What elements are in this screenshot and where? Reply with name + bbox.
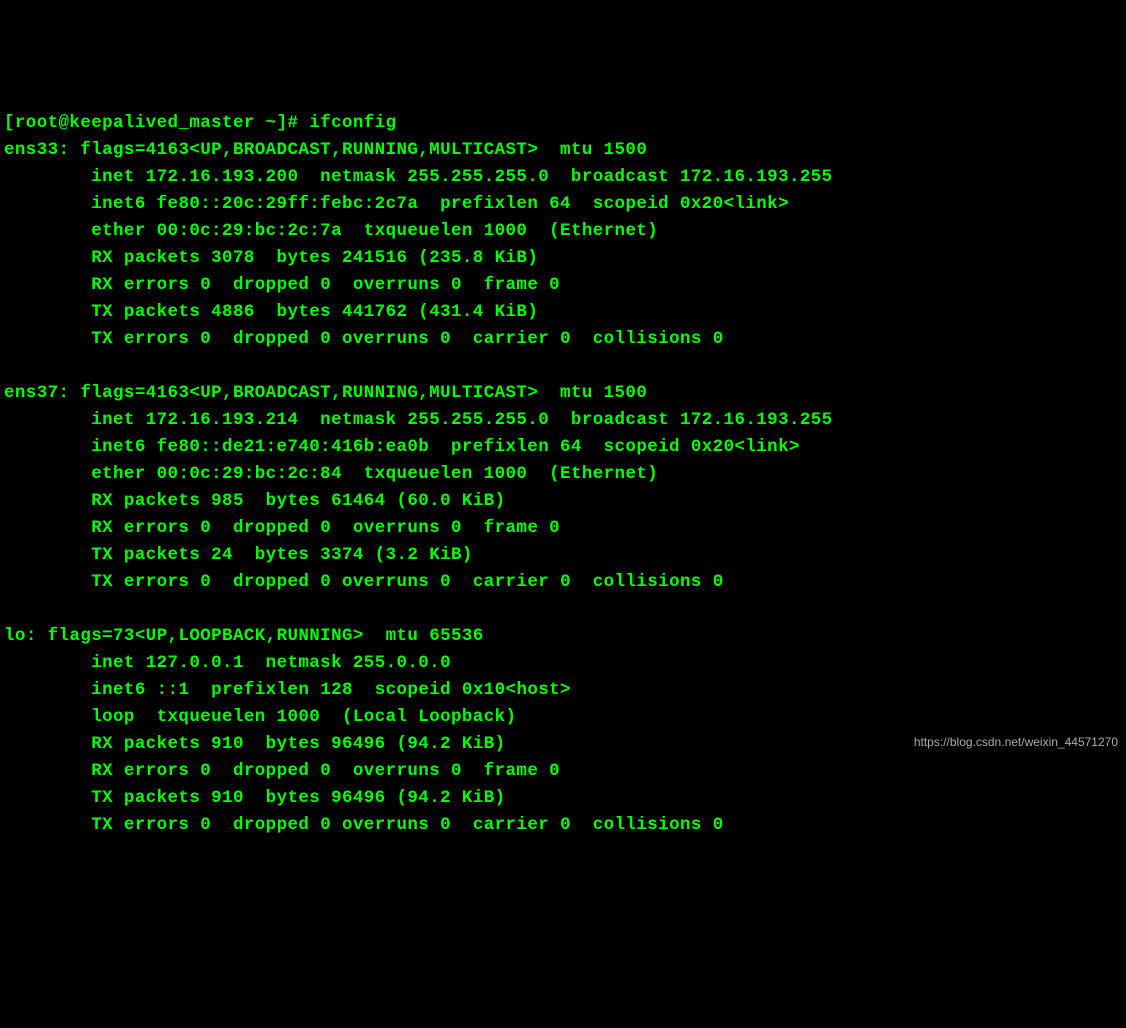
iface-ens33-tx-errors: TX errors 0 dropped 0 overruns 0 carrier… <box>91 329 723 349</box>
iface-ens33-inet: inet 172.16.193.200 netmask 255.255.255.… <box>91 167 832 187</box>
iface-ens37-rx-packets: RX packets 985 bytes 61464 (60.0 KiB) <box>91 491 505 511</box>
iface-ens33-header: ens33: flags=4163<UP,BROADCAST,RUNNING,M… <box>4 140 647 160</box>
iface-ens33-ether: ether 00:0c:29:bc:2c:7a txqueuelen 1000 … <box>91 221 658 241</box>
iface-ens33-tx-packets: TX packets 4886 bytes 441762 (431.4 KiB) <box>91 302 538 322</box>
iface-lo-tx-errors: TX errors 0 dropped 0 overruns 0 carrier… <box>91 815 723 835</box>
iface-ens33-rx-packets: RX packets 3078 bytes 241516 (235.8 KiB) <box>91 248 538 268</box>
iface-ens37-tx-packets: TX packets 24 bytes 3374 (3.2 KiB) <box>91 545 473 565</box>
iface-lo-tx-packets: TX packets 910 bytes 96496 (94.2 KiB) <box>91 788 505 808</box>
watermark-text: https://blog.csdn.net/weixin_44571270 <box>914 729 1118 756</box>
iface-ens37-header: ens37: flags=4163<UP,BROADCAST,RUNNING,M… <box>4 383 647 403</box>
prompt-line: [root@keepalived_master ~]# ifconfig <box>4 113 397 133</box>
command-text: ifconfig <box>309 113 396 133</box>
iface-ens37-inet6: inet6 fe80::de21:e740:416b:ea0b prefixle… <box>91 437 800 457</box>
iface-ens33-rx-errors: RX errors 0 dropped 0 overruns 0 frame 0 <box>91 275 560 295</box>
iface-lo-loop: loop txqueuelen 1000 (Local Loopback) <box>91 707 516 727</box>
iface-ens37-ether: ether 00:0c:29:bc:2c:84 txqueuelen 1000 … <box>91 464 658 484</box>
iface-lo-inet6: inet6 ::1 prefixlen 128 scopeid 0x10<hos… <box>91 680 571 700</box>
iface-lo-header: lo: flags=73<UP,LOOPBACK,RUNNING> mtu 65… <box>4 626 484 646</box>
iface-lo-rx-packets: RX packets 910 bytes 96496 (94.2 KiB) <box>91 734 505 754</box>
iface-ens37-inet: inet 172.16.193.214 netmask 255.255.255.… <box>91 410 832 430</box>
iface-ens33-inet6: inet6 fe80::20c:29ff:febc:2c7a prefixlen… <box>91 194 789 214</box>
iface-ens37-tx-errors: TX errors 0 dropped 0 overruns 0 carrier… <box>91 572 723 592</box>
iface-lo-inet: inet 127.0.0.1 netmask 255.0.0.0 <box>91 653 451 673</box>
iface-lo-rx-errors: RX errors 0 dropped 0 overruns 0 frame 0 <box>91 761 560 781</box>
iface-ens37-rx-errors: RX errors 0 dropped 0 overruns 0 frame 0 <box>91 518 560 538</box>
